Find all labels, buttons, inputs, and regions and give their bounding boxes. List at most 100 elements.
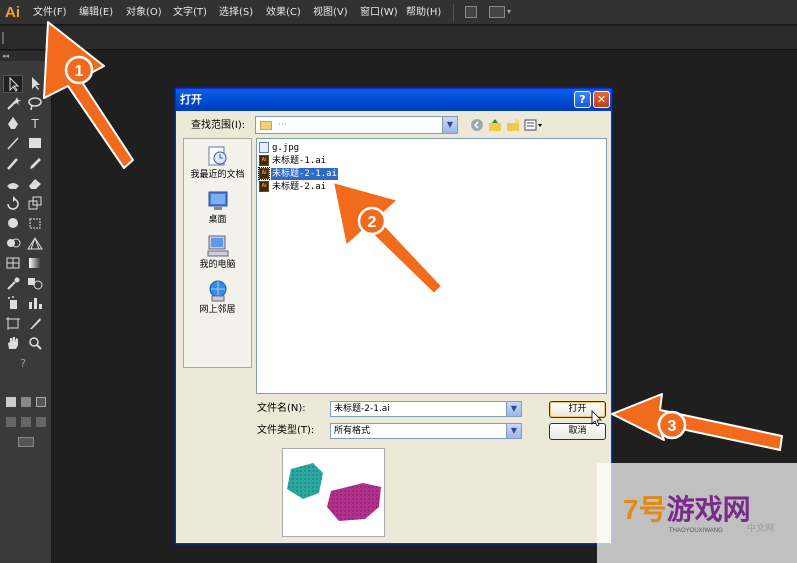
view-menu-icon[interactable] xyxy=(524,118,544,132)
tools-panel: ◂◂ T ? xyxy=(0,51,52,563)
filename-combo[interactable]: 未标题-2-1.ai ▼ xyxy=(330,401,522,417)
filetype-value: 所有格式 xyxy=(334,426,371,436)
symbol-sprayer-tool-icon[interactable] xyxy=(3,295,23,313)
desktop-icon xyxy=(206,190,230,212)
network-places-icon xyxy=(206,280,230,302)
hand-tool-icon[interactable] xyxy=(3,335,23,353)
blob-brush-tool-icon[interactable] xyxy=(3,175,23,193)
file-name: 未标题-1.ai xyxy=(272,156,327,166)
menu-file[interactable]: 文件(F) xyxy=(33,6,67,20)
perspective-grid-tool-icon[interactable] xyxy=(25,235,45,253)
preview-artwork xyxy=(287,463,381,521)
direct-selection-tool-icon[interactable] xyxy=(25,75,45,93)
chevron-down-icon[interactable]: ▼ xyxy=(442,117,457,133)
look-in-value: ··· xyxy=(278,120,287,130)
rotate-tool-icon[interactable] xyxy=(3,195,23,213)
place-label: 我最近的文档 xyxy=(190,170,245,180)
tools-panel-header[interactable]: ◂◂ xyxy=(0,51,52,61)
eyedropper-tool-icon[interactable] xyxy=(3,275,23,293)
filetype-select[interactable]: 所有格式 ▼ xyxy=(330,423,522,439)
warp-tool-icon[interactable] xyxy=(3,215,23,233)
chevron-down-icon: ▾ xyxy=(507,7,512,16)
scale-tool-icon[interactable] xyxy=(25,195,45,213)
look-in-dropdown[interactable]: ··· ▼ xyxy=(255,116,458,134)
screen-mode-icon[interactable] xyxy=(18,437,34,447)
menu-effect[interactable]: 效果(C) xyxy=(266,6,301,20)
mesh-tool-icon[interactable] xyxy=(3,255,23,273)
cancel-button[interactable]: 取消 xyxy=(549,423,606,440)
control-bar-grip[interactable] xyxy=(2,32,4,44)
help-button[interactable]: ? xyxy=(574,91,591,108)
dialog-title-bar[interactable]: 打开 ? ✕ xyxy=(176,89,611,111)
place-recent[interactable]: 我最近的文档 xyxy=(184,145,251,185)
gradient-tool-icon[interactable] xyxy=(25,255,45,273)
place-label: 网上邻居 xyxy=(199,305,236,315)
draw-normal-icon[interactable] xyxy=(6,417,16,427)
watermark-subtitle: THAOYOUXIWANG xyxy=(669,528,723,534)
place-label: 我的电脑 xyxy=(199,260,236,270)
menu-bar: Ai 文件(F) 编辑(E) 对象(O) 文字(T) 选择(S) 效果(C) 视… xyxy=(0,0,797,25)
folder-icon xyxy=(260,121,272,130)
chevron-down-icon[interactable]: ▼ xyxy=(506,424,521,438)
shape-builder-tool-icon[interactable] xyxy=(3,235,23,253)
filetype-label: 文件类型(T): xyxy=(257,425,315,436)
color-mode-icon[interactable] xyxy=(6,397,16,407)
eraser-tool-icon[interactable] xyxy=(25,175,45,193)
file-list[interactable]: g.jpg Ai 未标题-1.ai Ai 未标题-2-1.ai Ai 未标题-2… xyxy=(256,138,607,394)
paintbrush-tool-icon[interactable] xyxy=(3,155,23,173)
gradient-mode-icon[interactable] xyxy=(21,397,31,407)
menu-select[interactable]: 选择(S) xyxy=(219,6,253,20)
watermark-logo: 7号游戏网 xyxy=(623,493,751,527)
magic-wand-tool-icon[interactable] xyxy=(3,95,23,113)
menu-window[interactable]: 窗口(W) xyxy=(360,6,398,20)
back-icon[interactable] xyxy=(470,118,484,132)
open-button[interactable]: 打开 xyxy=(549,401,606,418)
site-watermark: 7号游戏网 THAOYOUXIWANG 中文网 xyxy=(597,463,797,563)
filename-label: 文件名(N): xyxy=(257,403,306,414)
place-network[interactable]: 网上邻居 xyxy=(184,280,251,320)
watermark-logo-part-a: 7号 xyxy=(623,494,667,525)
zoom-tool-icon[interactable] xyxy=(25,335,45,353)
file-name: 未标题-2-1.ai xyxy=(271,168,338,180)
up-folder-icon[interactable] xyxy=(488,118,502,132)
recent-documents-icon xyxy=(206,145,230,167)
new-folder-icon[interactable] xyxy=(506,118,520,132)
menu-object[interactable]: 对象(O) xyxy=(126,6,162,20)
place-my-computer[interactable]: 我的电脑 xyxy=(184,235,251,275)
menu-type[interactable]: 文字(T) xyxy=(173,6,207,20)
free-transform-tool-icon[interactable] xyxy=(25,215,45,233)
place-desktop[interactable]: 桌面 xyxy=(184,190,251,230)
file-name: g.jpg xyxy=(272,143,300,153)
chevron-down-icon[interactable]: ▼ xyxy=(506,402,521,416)
arrange-documents-button[interactable]: ▾ xyxy=(489,6,515,18)
type-tool-icon[interactable]: T xyxy=(25,115,45,133)
blend-tool-icon[interactable] xyxy=(25,275,45,293)
artboard-tool-icon[interactable] xyxy=(3,315,23,333)
pen-tool-icon[interactable] xyxy=(3,115,23,133)
menu-view[interactable]: 视图(V) xyxy=(313,6,348,20)
watermark-small-text: 中文网 xyxy=(747,524,775,534)
slice-tool-icon[interactable] xyxy=(25,315,45,333)
menu-edit[interactable]: 编辑(E) xyxy=(79,6,113,20)
draw-inside-icon[interactable] xyxy=(36,417,46,427)
ai-file-icon: Ai xyxy=(259,181,269,192)
menu-help[interactable]: 帮助(H) xyxy=(406,6,441,20)
bridge-button[interactable] xyxy=(465,6,477,18)
close-button[interactable]: ✕ xyxy=(593,91,610,108)
open-file-dialog: 打开 ? ✕ 查找范围(I): ··· ▼ 我最近的文档 桌面 我的电脑 网上邻… xyxy=(175,88,612,544)
fill-stroke-icon[interactable]: ? xyxy=(3,353,43,375)
line-tool-icon[interactable] xyxy=(3,135,23,153)
illustrator-logo: Ai xyxy=(5,4,20,21)
dialog-title: 打开 xyxy=(180,93,202,106)
lasso-tool-icon[interactable] xyxy=(25,95,45,113)
none-mode-icon[interactable] xyxy=(36,397,46,407)
image-file-icon xyxy=(259,142,269,153)
selection-tool-icon[interactable] xyxy=(3,75,23,93)
column-graph-tool-icon[interactable] xyxy=(25,295,45,313)
rectangle-tool-icon[interactable] xyxy=(25,135,45,153)
pencil-tool-icon[interactable] xyxy=(25,155,45,173)
draw-behind-icon[interactable] xyxy=(21,417,31,427)
ai-file-icon: Ai xyxy=(259,155,269,166)
watermark-logo-part-b: 游戏网 xyxy=(666,494,751,525)
arrange-documents-icon xyxy=(489,6,505,18)
